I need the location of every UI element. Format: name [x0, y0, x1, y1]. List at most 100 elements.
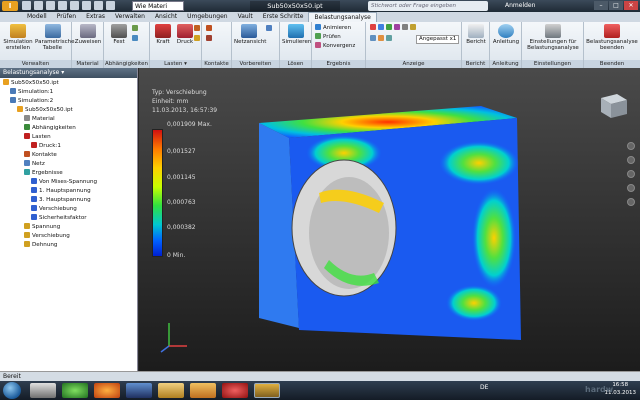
axis-z [160, 345, 170, 353]
edge-icon[interactable] [370, 35, 376, 41]
probe-icon[interactable] [378, 24, 384, 30]
close-button[interactable]: ✕ [624, 1, 638, 10]
minimize-button[interactable]: – [594, 1, 608, 10]
tree-node[interactable]: Simulation:1 [0, 88, 137, 97]
tab-modell[interactable]: Modell [22, 12, 52, 22]
frictionless-button[interactable] [132, 35, 140, 43]
save-icon[interactable] [46, 1, 55, 10]
inventor-taskbar-icon[interactable] [254, 383, 280, 398]
language-indicator[interactable]: DE [480, 384, 488, 391]
start-button[interactable] [3, 382, 21, 399]
max-icon[interactable] [386, 24, 392, 30]
settings-button[interactable]: Einstellungen für Belastungsanalyse [524, 24, 582, 51]
tree-node[interactable]: Verschiebung [0, 232, 137, 241]
firefox-taskbar-icon[interactable] [94, 383, 120, 398]
tree-node[interactable]: Von Mises-Spannung [0, 178, 137, 187]
convergence-button[interactable]: Konvergenz [315, 42, 355, 50]
new-icon[interactable] [22, 1, 31, 10]
tree-node[interactable]: Netz [0, 160, 137, 169]
home-icon[interactable] [82, 1, 91, 10]
undo-icon[interactable] [58, 1, 67, 10]
select-icon[interactable] [94, 1, 103, 10]
tab-pruefen[interactable]: Prüfen [52, 12, 81, 22]
explorer-taskbar-icon[interactable] [30, 383, 56, 398]
tab-verwalten[interactable]: Verwalten [110, 12, 150, 22]
media-taskbar-icon[interactable] [222, 383, 248, 398]
tree-node[interactable]: Abhängigkeiten [0, 124, 137, 133]
tab-erste-schritte[interactable]: Erste Schritte [258, 12, 309, 22]
tree-node[interactable]: Druck:1 [0, 142, 137, 151]
graphics-viewport[interactable]: Typ: Verschiebung Einheit: mm 11.03.2013… [139, 68, 640, 371]
tree-node[interactable]: Verschiebung [0, 205, 137, 214]
model-browser: Belastungsanalyse ▾ Sub50x50x50.ipt Simul… [0, 68, 138, 371]
tree-node-icon [24, 160, 30, 166]
pan-icon[interactable] [627, 156, 635, 164]
tyc-taskbar-icon[interactable] [190, 383, 216, 398]
tab-belastungsanalyse[interactable]: Belastungsanalyse [308, 12, 377, 22]
manual-contacts-button[interactable] [206, 35, 214, 43]
tree-node[interactable]: Sub50x50x50.ipt [0, 106, 137, 115]
tab-ansicht[interactable]: Ansicht [150, 12, 182, 22]
settings-icon [545, 24, 561, 38]
tree-node[interactable]: 3. Hauptspannung [0, 196, 137, 205]
title-bar: I Wie Materi Sub50x50x50.ipt Stichwort o… [0, 0, 640, 12]
lasten-group-label[interactable]: Lasten ▾ [150, 60, 201, 68]
redo-icon[interactable] [70, 1, 79, 10]
boundary-icon[interactable] [402, 24, 408, 30]
measure-icon[interactable] [106, 1, 115, 10]
tree-node[interactable]: 1. Hauptspannung [0, 187, 137, 196]
tree-node[interactable]: Lasten [0, 133, 137, 142]
parametric-table-button[interactable]: Parametrische Tabelle [35, 24, 75, 51]
orbit-icon[interactable] [627, 184, 635, 192]
steering-wheel-icon[interactable] [627, 142, 635, 150]
pin-constraint-button[interactable] [132, 25, 140, 33]
simulate-button[interactable]: Simulieren [282, 24, 311, 45]
tab-extras[interactable]: Extras [81, 12, 110, 22]
login-button[interactable]: Anmelden [505, 1, 535, 11]
auto-contacts-button[interactable] [206, 25, 214, 33]
tree-node[interactable]: Sub50x50x50.ipt [0, 79, 137, 88]
simulation-create-button[interactable]: Simulation erstellen [2, 24, 34, 51]
guide-button[interactable]: Anleitung [492, 24, 520, 45]
tree-node[interactable]: Dehnung [0, 241, 137, 250]
shading-icon[interactable] [410, 24, 416, 30]
icq-taskbar-icon[interactable] [62, 383, 88, 398]
mesh-view-button[interactable]: Netzansicht [234, 24, 266, 45]
force-button[interactable]: Kraft [152, 24, 174, 45]
help-search-input[interactable]: Stichwort oder Frage eingeben [368, 1, 488, 11]
report-button[interactable]: Bericht [464, 24, 488, 45]
assign-button[interactable]: Zuweisen [74, 24, 102, 45]
look-at-icon[interactable] [627, 198, 635, 206]
tree-node[interactable]: Material [0, 115, 137, 124]
bearing-load-button[interactable] [194, 25, 202, 33]
zoom-icon[interactable] [627, 170, 635, 178]
color-bar-icon[interactable] [370, 24, 376, 30]
min-icon[interactable] [394, 24, 400, 30]
tab-vault[interactable]: Vault [233, 12, 258, 22]
tab-umgebungen[interactable]: Umgebungen [182, 12, 232, 22]
mesh-settings-button[interactable] [266, 25, 274, 33]
pressure-button[interactable]: Druck [174, 24, 196, 45]
open-icon[interactable] [34, 1, 43, 10]
app-logo[interactable]: I [2, 1, 18, 11]
guide-icon [498, 24, 514, 38]
material-dropdown[interactable]: Wie Materi [132, 1, 184, 11]
tree-node[interactable]: Spannung [0, 223, 137, 232]
maximize-button[interactable]: □ [609, 1, 623, 10]
load-glyph-icon[interactable] [378, 35, 384, 41]
tree-node[interactable]: Ergebnisse [0, 169, 137, 178]
mesh-display-icon[interactable] [386, 35, 392, 41]
monitor-taskbar-icon[interactable] [126, 383, 152, 398]
simulation-icon [10, 24, 26, 38]
fixed-button[interactable]: Fest [108, 24, 130, 45]
folder-taskbar-icon[interactable] [158, 383, 184, 398]
tree-node[interactable]: Sicherheitsfaktor [0, 214, 137, 223]
tree-node[interactable]: Simulation:2 [0, 97, 137, 106]
moment-button[interactable] [194, 35, 202, 43]
tree-node[interactable]: Kontakte [0, 151, 137, 160]
deform-scale-dropdown[interactable]: Angepasst x1 [416, 35, 460, 44]
check-button[interactable]: Prüfen [315, 33, 341, 41]
browser-header[interactable]: Belastungsanalyse ▾ [0, 68, 137, 78]
animate-button[interactable]: Animieren [315, 24, 351, 32]
finish-analysis-button[interactable]: Belastungsanalyse beenden [586, 24, 638, 51]
